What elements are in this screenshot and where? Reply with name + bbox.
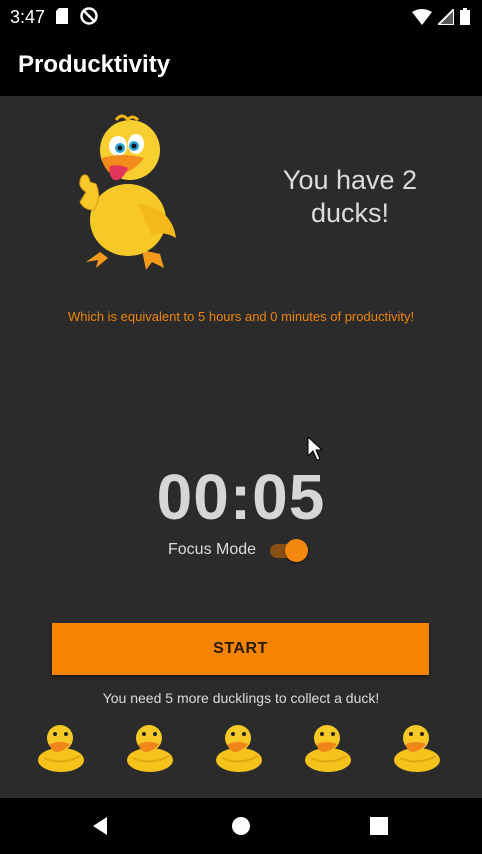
navigation-bar [0, 798, 482, 854]
ducklings-row [0, 722, 482, 776]
sd-card-icon [56, 8, 68, 24]
focus-mode-row: Focus Mode [168, 538, 309, 562]
mouse-cursor-icon [307, 436, 323, 461]
ducklings-needed-text: You need 5 more ducklings to collect a d… [102, 690, 380, 706]
rubber-duck-icon [216, 725, 262, 772]
ducks-count-text: You have 2 ducks! [282, 165, 418, 228]
app-title: Producktivity [18, 51, 171, 78]
app-bar: Producktivity [0, 34, 482, 96]
productivity-equivalent-text: Which is equivalent to 5 hours and 0 min… [67, 309, 415, 324]
back-icon[interactable] [89, 814, 113, 838]
switch-thumb [285, 539, 309, 562]
start-button[interactable]: START [52, 623, 429, 675]
status-right [412, 8, 470, 25]
focus-mode-switch[interactable] [268, 539, 309, 562]
timer-display: 00:05 [156, 461, 326, 533]
status-time: 3:47 [10, 7, 46, 27]
rubber-duck-icon [305, 725, 351, 772]
do-not-disturb-icon [80, 7, 98, 25]
rubber-duck-icon [38, 725, 84, 772]
battery-icon [460, 8, 470, 25]
signal-icon [438, 8, 454, 25]
status-bar: 3:47 [0, 0, 482, 34]
wifi-icon [412, 8, 432, 25]
home-icon[interactable] [229, 814, 253, 838]
focus-mode-label: Focus Mode [168, 541, 257, 558]
thumbs-up-duck-icon [79, 114, 176, 270]
rubber-duck-icon [394, 725, 440, 772]
recents-icon[interactable] [367, 814, 391, 838]
rubber-duck-icon [127, 725, 173, 772]
